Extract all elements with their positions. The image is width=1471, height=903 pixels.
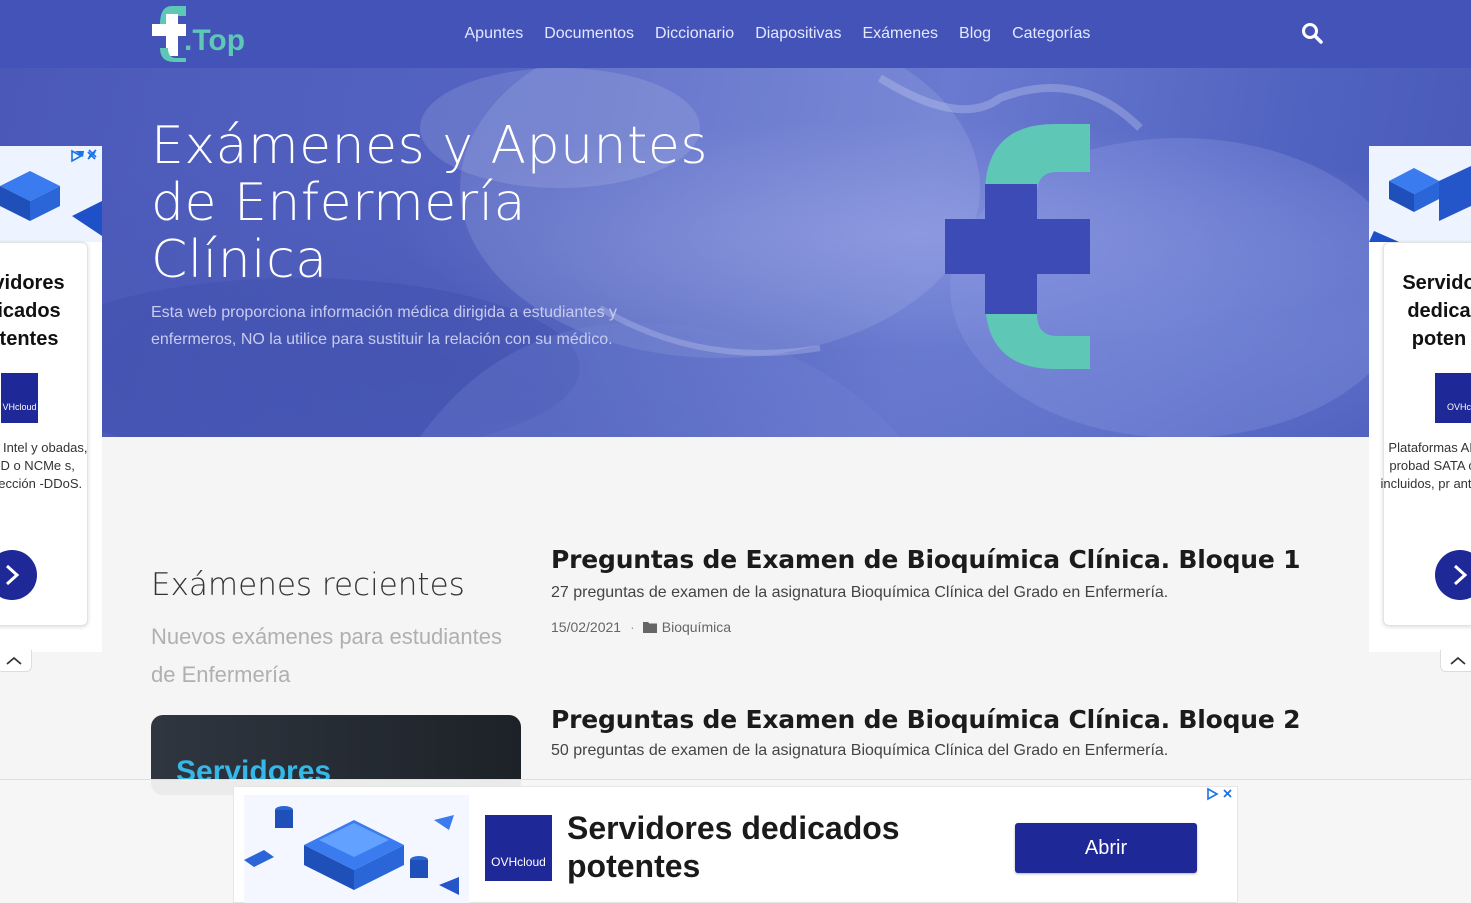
ovh-logo: OVHclou: [1435, 373, 1471, 423]
main-nav: Apuntes Documentos Diccionario Diapositi…: [454, 0, 1101, 68]
ad-card[interactable]: Servido dedica poten OVHclou Plataformas…: [1380, 242, 1471, 626]
nav-diccionario[interactable]: Diccionario: [645, 25, 745, 43]
hero-subtitle: Esta web proporciona información médica …: [151, 304, 618, 348]
nav-categorias[interactable]: Categorías: [1002, 25, 1101, 43]
hero-logo-mark: [945, 124, 1090, 369]
nav-documentos[interactable]: Documentos: [534, 25, 645, 43]
chevron-right-icon: [5, 564, 20, 586]
ovh-logo: VHcloud: [1, 373, 38, 423]
ad-server-illustration: [1369, 146, 1471, 242]
ad-collapse-button[interactable]: [0, 650, 32, 672]
post-title[interactable]: Preguntas de Examen de Bioquímica Clínic…: [551, 545, 1311, 574]
search-icon[interactable]: [1300, 21, 1324, 45]
bottom-anchor-ad: OVHcloud Servidores dedicados potentes A…: [0, 779, 1471, 903]
nav-diapositivas[interactable]: Diapositivas: [745, 25, 852, 43]
nav-apuntes[interactable]: Apuntes: [454, 25, 534, 43]
section-subtitle: Nuevos exámenes para estudiantes de Enfe…: [151, 624, 502, 687]
post-item: Preguntas de Examen de Bioquímica Clínic…: [551, 705, 1311, 760]
post-excerpt: 50 preguntas de examen de la asignatura …: [551, 742, 1169, 759]
ad-heading: vidores icados tentes: [0, 272, 65, 350]
adchoices-icon[interactable]: [70, 149, 98, 163]
section-title: Exámenes recientes: [151, 567, 465, 603]
ad-collapse-button[interactable]: [1440, 650, 1471, 672]
post-date: 15/02/2021: [551, 619, 622, 635]
site-header: .Top Apuntes Documentos Diccionario Diap…: [0, 0, 1471, 68]
chevron-right-icon: [1453, 564, 1468, 586]
chevron-up-icon: [6, 656, 22, 665]
right-side-ad[interactable]: Servido dedica poten OVHclou Plataformas…: [1369, 146, 1471, 652]
ad-description: rmas Intel y obadas, SSD o NCMe s, prote…: [0, 440, 88, 491]
ad-server-illustration: [244, 795, 469, 903]
bottom-ad-banner[interactable]: OVHcloud Servidores dedicados potentes A…: [233, 786, 1238, 903]
ovh-logo: OVHcloud: [485, 815, 552, 881]
meta-separator: ·: [630, 619, 635, 635]
post-item: Preguntas de Examen de Bioquímica Clínic…: [551, 545, 1311, 635]
left-side-ad[interactable]: vidores icados tentes VHcloud rmas Intel…: [0, 146, 102, 652]
nav-blog[interactable]: Blog: [949, 25, 1002, 43]
hero-title: Exámenes y Apuntes de Enfermería Clínica: [151, 116, 708, 290]
chevron-up-icon: [1450, 656, 1466, 665]
ad-next-button[interactable]: [0, 550, 37, 600]
ad-heading: Servido dedica poten: [1402, 272, 1471, 350]
nav-examenes[interactable]: Exámenes: [852, 25, 949, 43]
post-category[interactable]: Bioquímica: [662, 619, 731, 635]
ad-description: Plataformas AMD probad SATA o N incluido…: [1380, 440, 1471, 491]
site-logo[interactable]: .Top: [150, 4, 250, 64]
hero-banner: Exámenes y Apuntes de Enfermería Clínica…: [0, 68, 1471, 437]
ad-next-button[interactable]: [1435, 550, 1471, 600]
logo-text: .Top: [184, 24, 245, 57]
folder-icon: [642, 622, 657, 633]
post-excerpt: 27 preguntas de examen de la asignatura …: [551, 584, 1169, 601]
ad-headline: Servidores dedicados potentes: [567, 810, 900, 884]
ad-open-button[interactable]: Abrir: [1015, 823, 1197, 873]
adchoices-icon[interactable]: [1206, 787, 1234, 801]
post-meta: 15/02/2021 · Bioquímica: [551, 619, 1311, 635]
post-title[interactable]: Preguntas de Examen de Bioquímica Clínic…: [551, 705, 1311, 734]
ad-card[interactable]: vidores icados tentes VHcloud rmas Intel…: [0, 242, 88, 626]
